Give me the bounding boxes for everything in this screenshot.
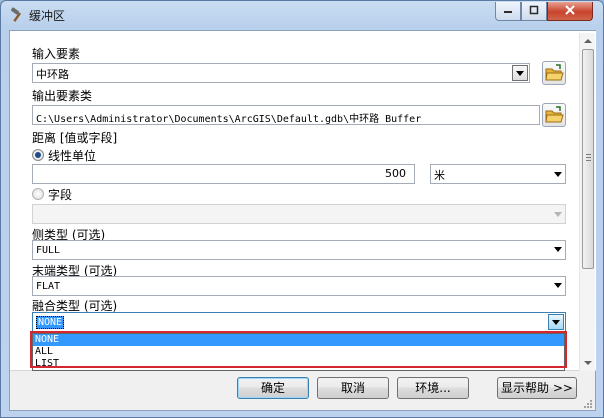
maximize-icon xyxy=(528,4,540,18)
input-features-dropdown-button[interactable] xyxy=(512,65,528,81)
chevron-down-icon xyxy=(554,247,562,252)
side-type-dropdown[interactable]: FULL xyxy=(32,240,566,260)
grip-line xyxy=(586,154,591,155)
vertical-scrollbar[interactable] xyxy=(579,33,595,371)
browse-input-button[interactable] xyxy=(542,61,566,85)
dialog-client-area: 输入要素 中环路 输出要素类 C:\Users\Administrator\Do… xyxy=(9,30,596,411)
resize-grip-icon[interactable] xyxy=(583,398,593,408)
ok-button[interactable]: 确定 xyxy=(237,377,309,399)
field-radio[interactable] xyxy=(32,188,44,200)
distance-unit-value: 米 xyxy=(434,169,445,182)
input-features-dropdown[interactable]: 中环路 xyxy=(32,63,530,83)
browse-output-button[interactable] xyxy=(542,103,566,127)
output-features-label: 输出要素类 xyxy=(32,89,93,103)
open-folder-icon xyxy=(543,106,565,129)
dissolve-option-none[interactable]: NONE xyxy=(33,334,564,346)
grip-line xyxy=(586,157,591,158)
side-type-value: FULL xyxy=(36,245,61,256)
environments-button[interactable]: 环境... xyxy=(397,377,469,399)
end-type-dropdown[interactable]: FLAT xyxy=(32,276,566,296)
title-bar[interactable]: 缓冲区 xyxy=(1,1,603,29)
show-help-button[interactable]: 显示帮助 >> xyxy=(497,377,577,399)
input-features-label: 输入要素 xyxy=(32,47,81,61)
buffer-tool-window: 缓冲区 输入要素 中环路 输出要素类 C:\Users\Administrato… xyxy=(0,0,604,418)
scroll-up-icon[interactable] xyxy=(584,39,592,43)
linear-unit-radio[interactable] xyxy=(32,149,44,161)
field-label: 字段 xyxy=(48,188,73,202)
distance-value-input[interactable]: 500 xyxy=(32,164,415,184)
linear-unit-label: 线性单位 xyxy=(48,149,97,163)
close-icon xyxy=(564,4,576,18)
hammer-icon xyxy=(9,7,25,23)
output-features-input[interactable]: C:\Users\Administrator\Documents\ArcGIS\… xyxy=(32,105,540,125)
scrollbar-thumb[interactable] xyxy=(582,49,594,269)
end-type-value: FLAT xyxy=(36,281,61,292)
parameters-panel: 输入要素 中环路 输出要素类 C:\Users\Administrator\Do… xyxy=(10,31,596,371)
dissolve-type-dropdown-button[interactable] xyxy=(548,314,564,330)
dissolve-type-dropdown[interactable]: NONE xyxy=(32,312,566,332)
dissolve-option-list[interactable]: LIST xyxy=(33,358,564,370)
chevron-down-icon xyxy=(516,71,524,76)
open-folder-icon xyxy=(543,64,565,87)
cancel-button[interactable]: 取消 xyxy=(317,377,389,399)
help-button[interactable] xyxy=(495,2,521,21)
dissolve-option-all[interactable]: ALL xyxy=(33,346,564,358)
distance-field-dropdown[interactable] xyxy=(32,204,566,224)
dissolve-type-options-list[interactable]: NONE ALL LIST xyxy=(32,333,565,371)
distance-unit-dropdown[interactable]: 米 xyxy=(430,164,566,184)
scroll-down-icon[interactable] xyxy=(584,361,592,365)
dissolve-type-value: NONE xyxy=(36,316,65,329)
close-button[interactable] xyxy=(547,2,593,21)
chevron-down-icon xyxy=(554,212,562,217)
window-title: 缓冲区 xyxy=(29,9,66,23)
chevron-down-icon xyxy=(554,172,562,177)
maximize-button[interactable] xyxy=(521,2,547,21)
input-features-value: 中环路 xyxy=(36,68,69,81)
chevron-down-icon xyxy=(554,283,562,288)
help-icon xyxy=(502,4,514,18)
chevron-down-icon xyxy=(552,320,560,325)
grip-line xyxy=(586,160,591,161)
distance-label: 距离 [值或字段] xyxy=(32,131,118,145)
